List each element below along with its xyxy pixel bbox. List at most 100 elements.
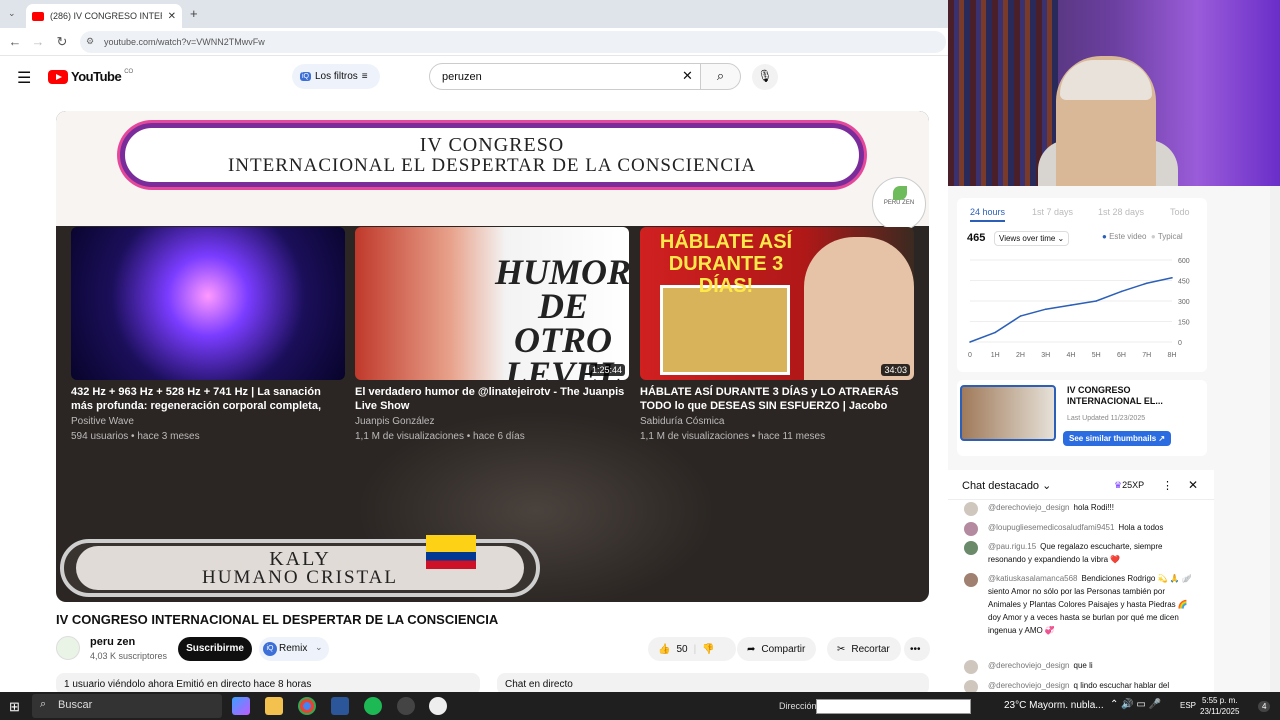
avatar[interactable] bbox=[964, 502, 978, 516]
reload-icon[interactable]: ↻ bbox=[54, 34, 70, 50]
spotify-icon[interactable] bbox=[364, 697, 382, 715]
chat-text: Bendiciones Rodrigo 💫 🙏 🪽 siento Amor no… bbox=[988, 574, 1192, 635]
voice-search-icon[interactable]: 🎙 bbox=[752, 64, 778, 90]
tab-24-hours[interactable]: 24 hours bbox=[970, 207, 1006, 222]
clock-date: 23/11/2025 bbox=[1200, 707, 1240, 716]
chevron-down-icon[interactable]: ⌄ bbox=[315, 642, 323, 653]
panel-scrollbar[interactable] bbox=[1270, 186, 1280, 692]
close-chat-icon[interactable]: ✕ bbox=[1188, 478, 1198, 492]
browser-tab[interactable]: (286) IV CONGRESO INTERNAC ✕ bbox=[26, 4, 182, 28]
thumbs-down-icon[interactable]: 👎 bbox=[702, 644, 714, 655]
subscribe-button[interactable]: Suscribirme bbox=[178, 637, 252, 661]
end-card-channel: Sabiduría Cósmica bbox=[640, 416, 725, 427]
banner-line-2: INTERNACIONAL EL DESPERTAR DE LA CONSCIE… bbox=[227, 155, 757, 176]
avatar[interactable] bbox=[964, 541, 978, 555]
clear-search-icon[interactable]: ✕ bbox=[682, 68, 693, 84]
xp-value: 25XP bbox=[1122, 480, 1145, 490]
x-tick-label: 6H bbox=[1117, 352, 1126, 359]
chat-author[interactable]: @pau.rigu.15 bbox=[988, 542, 1036, 551]
avatar[interactable] bbox=[964, 522, 978, 536]
views-select[interactable]: Views over time ⌄ bbox=[994, 231, 1070, 246]
end-card-thumbnail[interactable] bbox=[71, 227, 345, 380]
weather-widget[interactable]: 23°C Mayorm. nubla... bbox=[1004, 700, 1104, 711]
end-card[interactable]: HUMOR DE OTRO LEVEL 1:25:44 El verdadero… bbox=[355, 227, 629, 443]
avatar[interactable] bbox=[964, 573, 978, 587]
thumbnail-card-title: IV CONGRESO INTERNACIONAL EL... bbox=[1067, 385, 1163, 406]
x-tick-label: 2H bbox=[1016, 352, 1025, 359]
like-dislike-group: 👍 50 | 👎 bbox=[648, 637, 736, 661]
taskbar-clock[interactable]: 5:55 p. m. 23/11/2025 bbox=[1200, 695, 1239, 717]
address-toolbar-input[interactable] bbox=[816, 699, 971, 714]
end-card-title[interactable]: El verdadero humor de @linatejeirotv - T… bbox=[355, 385, 629, 413]
language-indicator[interactable]: ESP bbox=[1180, 701, 1196, 710]
tab-7-days[interactable]: 1st 7 days bbox=[1032, 207, 1073, 217]
chat-author[interactable]: @derechoviejo_design bbox=[988, 661, 1070, 670]
thumbnail-preview[interactable] bbox=[960, 385, 1056, 441]
chat-author[interactable]: @katiuskasalamanca568 bbox=[988, 574, 1078, 583]
legend-this-video: Este video bbox=[1109, 232, 1147, 241]
word-icon[interactable] bbox=[331, 697, 349, 715]
chat-message: @derechoviejo_design hola Rodi!!! bbox=[958, 501, 1198, 516]
menu-icon[interactable]: ☰ bbox=[17, 68, 31, 88]
filters-button[interactable]: iQ Los filtros ≡ bbox=[292, 64, 380, 89]
file-explorer-icon[interactable] bbox=[265, 697, 283, 715]
system-tray-icons[interactable]: ⌃ 🔊 ▭ 🎤 bbox=[1110, 699, 1161, 710]
end-card-thumbnail[interactable]: HUMOR DE OTRO LEVEL 1:25:44 bbox=[355, 227, 629, 380]
back-icon[interactable]: ← bbox=[7, 34, 23, 49]
chat-menu-icon[interactable]: ⋮ bbox=[1162, 479, 1173, 492]
youtube-logo[interactable]: YouTube CO bbox=[48, 69, 133, 84]
obs-icon[interactable] bbox=[397, 697, 415, 715]
tab-list-icon[interactable]: ⌄ bbox=[8, 8, 16, 19]
url-field[interactable]: youtube.com/watch?v=VWNN2TMwvFw bbox=[80, 31, 946, 53]
chat-message: @derechoviejo_design que li bbox=[958, 659, 1198, 674]
thumbs-up-icon[interactable]: 👍 bbox=[658, 644, 670, 655]
data-point bbox=[1145, 282, 1148, 285]
peru-zen-logo: PERU ZEN bbox=[872, 177, 926, 231]
chat-author[interactable]: @derechoviejo_design bbox=[988, 681, 1070, 690]
avatar[interactable] bbox=[964, 660, 978, 674]
chrome-icon[interactable] bbox=[298, 697, 316, 715]
search-input[interactable]: peruzen bbox=[429, 63, 701, 90]
remix-button[interactable]: iQ Remix ⌄ bbox=[259, 637, 329, 661]
clip-label: Recortar bbox=[851, 643, 890, 655]
data-point bbox=[969, 341, 971, 343]
site-info-icon[interactable]: ⚙ bbox=[86, 36, 94, 47]
see-similar-button[interactable]: See similar thumbnails ↗ bbox=[1063, 431, 1172, 446]
chat-author[interactable]: @loupugliesemedicosaludfami9451 bbox=[988, 523, 1114, 532]
taskbar-search[interactable]: ⌕ Buscar bbox=[32, 694, 222, 718]
end-card-meta: 1,1 M de visualizaciones • hace 6 días bbox=[355, 431, 525, 442]
video-player[interactable]: IV CONGRESO INTERNACIONAL EL DESPERTAR D… bbox=[56, 111, 929, 602]
clip-button[interactable]: ✂ Recortar bbox=[827, 637, 901, 661]
chat-text: que li bbox=[1073, 661, 1093, 670]
data-point bbox=[1019, 315, 1022, 317]
like-count[interactable]: 50 bbox=[676, 644, 687, 655]
end-card-title[interactable]: HÁBLATE ASÍ DURANTE 3 DÍAS y LO ATRAERÁS… bbox=[640, 385, 914, 413]
x-tick-label: 4H bbox=[1067, 352, 1076, 359]
tab-28-days[interactable]: 1st 28 days bbox=[1098, 207, 1144, 217]
chat-author[interactable]: @derechoviejo_design bbox=[988, 503, 1070, 512]
y-tick-label: 0 bbox=[1178, 340, 1182, 347]
windows-start-icon[interactable]: ⊞ bbox=[9, 699, 20, 715]
forward-icon[interactable]: → bbox=[30, 34, 46, 49]
end-card[interactable]: HÁBLATE ASÍ DURANTE 3 DÍAS! 34:03 HÁBLAT… bbox=[640, 227, 914, 443]
channel-name[interactable]: peru zen bbox=[90, 636, 135, 648]
share-button[interactable]: ➦ Compartir bbox=[737, 637, 816, 661]
avatar[interactable] bbox=[964, 680, 978, 692]
new-tab-icon[interactable]: + bbox=[190, 6, 198, 21]
x-tick-label: 0 bbox=[968, 352, 972, 359]
end-card-title[interactable]: 432 Hz + 963 Hz + 528 Hz + 741 Hz | La s… bbox=[71, 385, 345, 413]
end-card-channel: Juanpis González bbox=[355, 416, 435, 427]
end-card[interactable]: 432 Hz + 963 Hz + 528 Hz + 741 Hz | La s… bbox=[71, 227, 345, 443]
tab-all[interactable]: Todo bbox=[1170, 207, 1190, 217]
channel-avatar[interactable] bbox=[56, 636, 80, 660]
chart-legend: ● Este video ● Typical bbox=[1102, 232, 1183, 241]
y-tick-label: 600 bbox=[1178, 258, 1190, 265]
app-icon[interactable] bbox=[429, 697, 447, 715]
chat-mode-select[interactable]: Chat destacado ⌄ bbox=[962, 479, 1051, 492]
copilot-icon[interactable] bbox=[232, 697, 250, 715]
search-button[interactable]: ⌕ bbox=[700, 63, 741, 90]
close-tab-icon[interactable]: ✕ bbox=[168, 11, 176, 22]
more-actions-icon[interactable]: ••• bbox=[904, 637, 930, 661]
video-title: IV CONGRESO INTERNACIONAL EL DESPERTAR D… bbox=[56, 612, 499, 627]
end-card-thumbnail[interactable]: HÁBLATE ASÍ DURANTE 3 DÍAS! 34:03 bbox=[640, 227, 914, 380]
